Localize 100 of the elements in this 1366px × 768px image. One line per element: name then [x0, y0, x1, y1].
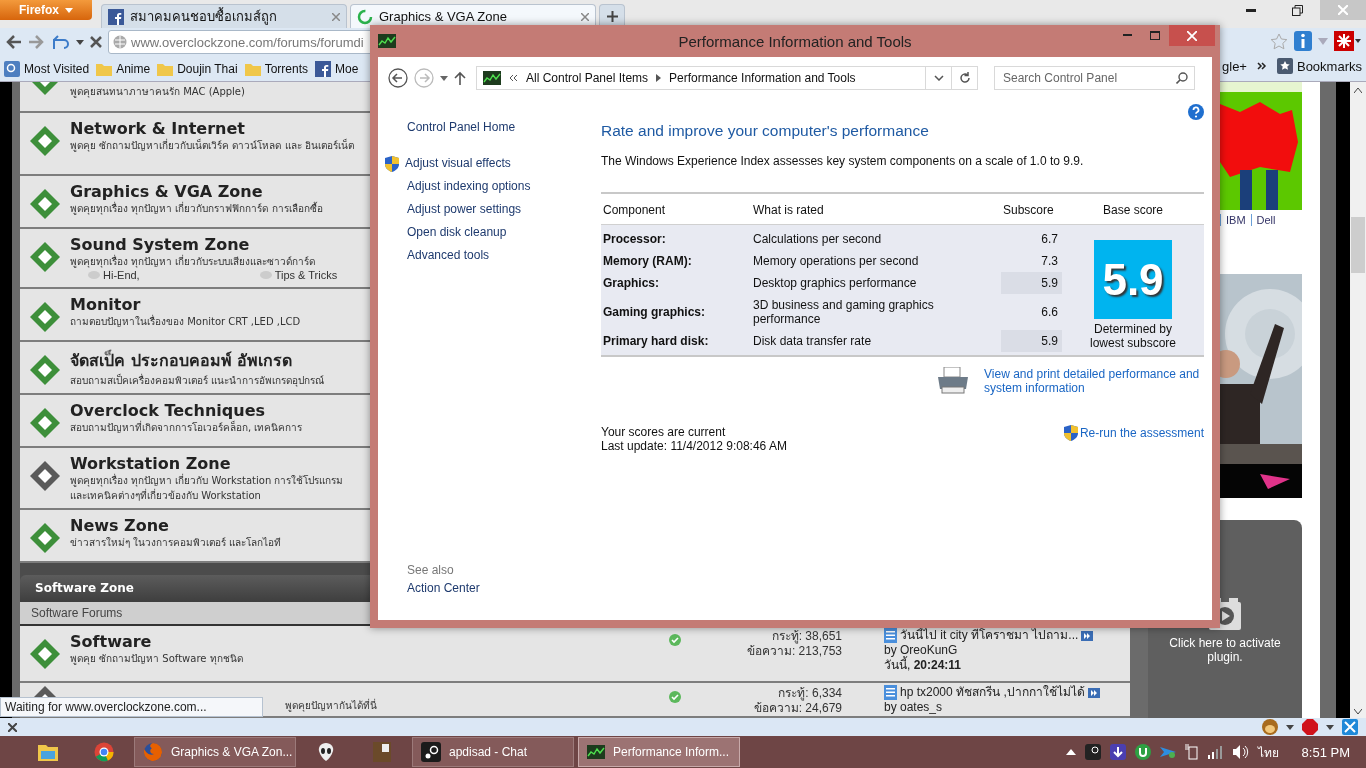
undo-icon[interactable] — [50, 34, 70, 50]
post-count: ข้อความ: 24,679 — [753, 701, 842, 716]
home-link[interactable]: Control Panel Home — [407, 116, 516, 139]
forum-icon — [29, 300, 61, 333]
task-link[interactable]: Adjust visual effects — [385, 152, 511, 175]
monkey-icon[interactable] — [1262, 719, 1278, 735]
task-link[interactable]: Adjust indexing options — [407, 175, 531, 198]
new-tab-button[interactable] — [599, 4, 625, 28]
close-icon — [1187, 30, 1197, 41]
forum-description: พูดคุยทุกเรื่อง ทุกปัญหา เกี่ยวกับ Workstation การใช้โปรแกรม — [70, 472, 344, 488]
scrollbar[interactable] — [1350, 82, 1366, 718]
caret-icon[interactable] — [76, 39, 84, 45]
torrent-icon[interactable] — [1134, 744, 1151, 760]
back-icon[interactable] — [6, 35, 22, 49]
shield-icon — [385, 155, 399, 172]
forum-icon — [29, 522, 61, 555]
bookmark-item[interactable]: gle+ — [1222, 58, 1247, 74]
performance-icon — [378, 34, 396, 48]
taskbar-item[interactable]: Graphics & VGA Zon... — [134, 737, 296, 767]
task-link[interactable]: Advanced tools — [407, 244, 490, 267]
bookmark-item[interactable]: Doujin Thai — [157, 61, 238, 76]
bookmarks-menu[interactable]: Bookmarks — [1276, 58, 1362, 74]
task-link[interactable]: Open disk cleanup — [407, 221, 507, 244]
forum-title[interactable]: Sound System Zone — [70, 235, 250, 254]
forum-description: สอบถามปัญหาที่เกิดจากการโอเวอร์คล็อก, เทคนิคการ — [70, 420, 303, 435]
last-post-link[interactable]: hp tx2000 ทัชสกรีน ,ปากกาใช้ไม่ได้ — [900, 685, 1085, 700]
forum-title[interactable]: Overclock Techniques — [70, 400, 266, 420]
forum-title[interactable]: Monitor — [70, 294, 141, 314]
forum-title[interactable]: Network & Internet — [70, 118, 245, 138]
close-button[interactable] — [1169, 25, 1215, 46]
breadcrumb-item[interactable]: All Control Panel Items — [526, 71, 649, 85]
forum-icon — [29, 638, 61, 671]
scroll-down-icon[interactable] — [1354, 709, 1362, 714]
browser-tab[interactable]: สมาคมคนชอบซื้อเกมส์ถูก — [101, 4, 347, 28]
breadcrumb-item[interactable]: Performance Information and Tools — [669, 71, 856, 85]
last-post-author[interactable]: by oates_s — [884, 700, 943, 715]
volume-icon[interactable] — [1232, 745, 1249, 759]
go-icon[interactable] — [1087, 687, 1100, 698]
rerun-link[interactable]: Re-run the assessment — [1063, 425, 1204, 441]
task-link[interactable]: Adjust power settings — [407, 198, 522, 221]
go-icon[interactable] — [1081, 630, 1094, 641]
signal-icon[interactable] — [1207, 745, 1224, 759]
taskbar-item[interactable]: Performance Inform... — [578, 737, 740, 767]
bookmark-item[interactable]: Anime — [96, 61, 151, 76]
back-icon[interactable] — [388, 68, 408, 88]
star-icon[interactable] — [1270, 32, 1288, 50]
see-also-link[interactable]: Action Center — [407, 577, 480, 600]
addon-icon[interactable] — [1342, 719, 1358, 735]
scroll-thumb[interactable] — [1351, 217, 1365, 273]
address-bar[interactable]: All Control Panel Items Performance Information and Tools — [476, 66, 978, 90]
caret-icon[interactable] — [1326, 724, 1334, 730]
game-icon — [373, 742, 391, 762]
close-icon[interactable] — [581, 12, 589, 21]
help-icon[interactable] — [1188, 104, 1204, 120]
base-score-note: Determined by lowest subscore — [1088, 322, 1177, 350]
arrow-icon[interactable] — [1159, 744, 1176, 760]
power-icon[interactable] — [1184, 744, 1199, 760]
forum-description: พูดคุยทุกเรื่อง ทุกปัญหา เกี่ยวกับกราฟฟิกการ์ด การเลือกซื้อ — [70, 201, 323, 217]
taskbar-item[interactable]: apdisad - Chat — [412, 737, 574, 767]
print-link[interactable]: View and print detailed performance and system information — [984, 367, 1204, 395]
search-field[interactable]: Search Control Panel — [994, 66, 1195, 90]
bookmark-item[interactable]: Torrents — [244, 61, 308, 76]
bookmark-item[interactable]: Most Visited — [4, 60, 90, 77]
subforum-link[interactable]: Hi-End, — [88, 269, 140, 281]
scroll-up-icon[interactable] — [1354, 88, 1362, 93]
up-icon[interactable] — [454, 71, 466, 85]
forum-description: ถามตอบปัญหาในเรื่องของ Monitor CRT ,LED ,LCD — [70, 313, 301, 329]
clock[interactable]: 8:51 PM — [1301, 744, 1350, 760]
chevron-icon[interactable] — [1256, 62, 1267, 70]
forum-title[interactable]: Workstation Zone — [70, 453, 231, 473]
table-cell-text: Gaming graphics: — [602, 304, 707, 321]
download-icon[interactable] — [1109, 744, 1126, 760]
forum-title[interactable]: Graphics & VGA Zone — [70, 182, 263, 202]
document-icon — [884, 628, 897, 644]
close-icon — [1338, 5, 1348, 15]
browser-tab[interactable]: Graphics & VGA Zone — [350, 4, 596, 28]
close-icon[interactable] — [8, 722, 17, 732]
intro-text: The Windows Experience Index assesses key system components on a scale of 1.0 to 9.9. — [601, 154, 1084, 168]
firefox-icon — [143, 742, 163, 762]
info-icon[interactable] — [1294, 31, 1312, 51]
forum-title[interactable]: จัดสเป็ค ประกอบคอมพ์ อัพเกรด — [70, 348, 293, 374]
language-indicator[interactable]: ไทย — [1257, 742, 1279, 762]
facebook-icon — [108, 8, 124, 25]
refresh-icon — [958, 72, 971, 84]
addon-icon[interactable] — [1334, 31, 1362, 51]
last-post-link[interactable]: วันนี้ไป it city ที่โคราชมา ไปถาม... — [900, 628, 1079, 644]
table-cell-text: Processor: — [602, 231, 667, 248]
status-text: Waiting for www.overclockzone.com... — [0, 697, 263, 717]
forum-title[interactable]: News Zone — [70, 516, 169, 536]
maximize-icon — [1150, 30, 1160, 40]
subforum-link[interactable]: Tips & Tricks — [259, 269, 338, 281]
caret-icon[interactable] — [1286, 724, 1294, 730]
steam-icon[interactable] — [1084, 744, 1101, 760]
adblock-icon[interactable] — [1302, 719, 1318, 735]
ad-link[interactable]: Dell — [1250, 214, 1276, 226]
bookmark-item[interactable]: Moe — [315, 60, 359, 77]
caret-icon[interactable] — [1065, 749, 1076, 755]
stop-icon[interactable] — [90, 36, 102, 48]
table-cell-text: Calculations per second — [752, 231, 883, 248]
forum-title[interactable]: Software — [70, 632, 152, 652]
